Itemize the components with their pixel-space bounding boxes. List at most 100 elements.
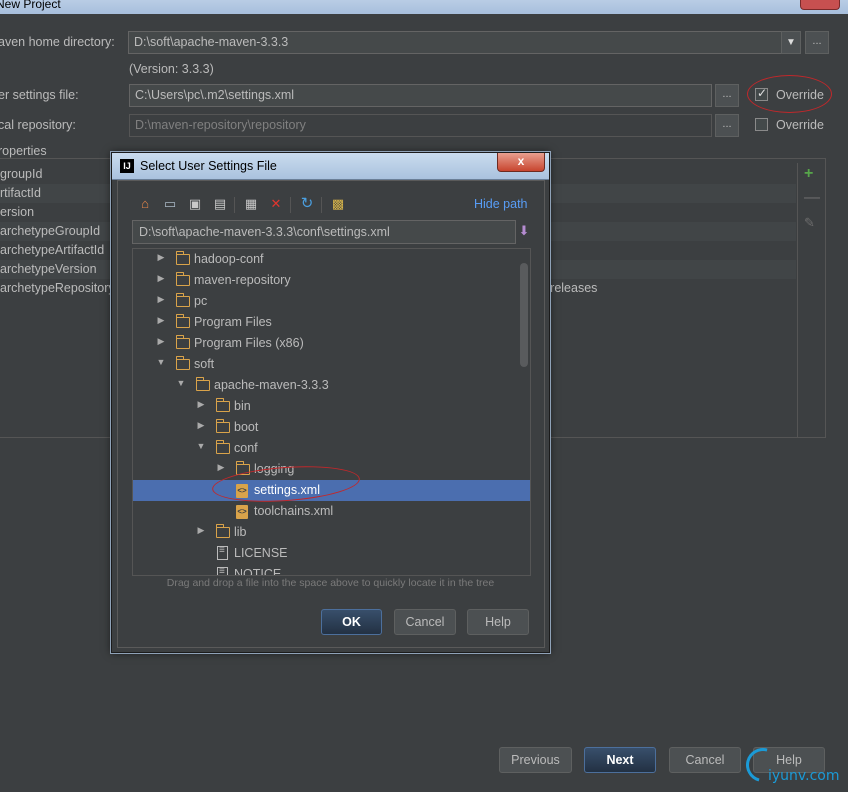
collapse-arrow-icon[interactable]: ▼ [196,441,206,451]
override-repository-label: Override [776,118,824,132]
property-key: ersion [0,205,35,219]
tree-node-label: NOTICE [234,567,282,576]
property-key: archetypeRepository [0,281,115,295]
expand-arrow-icon[interactable]: ▶ [156,315,166,326]
dialog-help-button[interactable]: Help [467,609,529,635]
toolbar-separator [234,197,235,213]
expand-arrow-icon[interactable]: ▶ [156,336,166,347]
plus-icon[interactable]: + [804,165,813,183]
expand-arrow-icon[interactable]: ▶ [156,252,166,263]
settings-file-label: er settings file: [0,88,79,102]
new-folder-icon[interactable]: ▦ [242,195,260,213]
folder-icon [215,524,230,538]
property-key: rtifactId [0,186,41,200]
tree-node[interactable]: ▼ conf [133,438,530,459]
file-tree[interactable]: ▶ hadoop-conf ▶ maven-repository ▶ pc ▶ … [132,248,531,576]
home-icon[interactable]: ⌂ [136,195,154,213]
settings-file-browse-button[interactable]: ... [715,84,739,107]
annotation-ellipse [747,75,832,113]
delete-icon[interactable]: ✕ [267,195,285,213]
dialog-title-bar: IJ Select User Settings File x [112,153,549,180]
tree-node-label: boot [234,420,259,434]
minus-icon[interactable]: — [804,189,820,207]
text-file-icon [217,545,228,560]
window-title: New Project [0,0,61,11]
toolbar-separator [321,197,322,213]
folder-icon [175,314,190,328]
tree-node[interactable]: <> toolchains.xml [133,501,530,522]
xml-file-icon: <> [236,505,248,519]
folder-icon [215,419,230,433]
maven-home-label: aven home directory: [0,35,115,49]
select-settings-dialog: IJ Select User Settings File x ⌂ ▭ ▣ ▤ ▦… [111,152,550,653]
tree-node[interactable]: ▼ apache-maven-3.3.3 [133,375,530,396]
folder-icon [175,272,190,286]
tree-node[interactable]: ▶ Program Files [133,312,530,333]
collapse-arrow-icon[interactable]: ▼ [176,378,186,388]
folder-icon [175,335,190,349]
expand-arrow-icon[interactable]: ▶ [196,525,206,536]
dialog-ok-button[interactable]: OK [321,609,382,635]
tree-node-label: conf [234,441,258,455]
tree-node-label: lib [234,525,247,539]
tree-node[interactable]: ▼ soft [133,354,530,375]
expand-arrow-icon[interactable]: ▶ [156,294,166,305]
tree-node[interactable]: ▶ maven-repository [133,270,530,291]
settings-file-field[interactable]: C:\Users\pc\.m2\settings.xml [129,84,712,107]
tree-scrollbar[interactable] [520,263,528,367]
text-file-icon [217,566,228,575]
expand-arrow-icon[interactable]: ▶ [196,420,206,431]
tree-node[interactable]: ▶ bin [133,396,530,417]
tree-node-label: toolchains.xml [254,504,334,518]
previous-button[interactable]: Previous [499,747,572,773]
tree-node-label: soft [194,357,215,371]
watermark-logo: iyunv.com [739,741,844,789]
folder-icon [195,377,210,391]
show-hidden-icon[interactable]: ▩ [329,195,347,213]
tree-node-label: hadoop-conf [194,252,264,266]
drag-drop-hint: Drag and drop a file into the space abov… [166,577,495,589]
local-repository-field[interactable]: D:\maven-repository\repository [129,114,712,137]
maven-home-dropdown-button[interactable]: ▼ [781,31,801,54]
tree-node-label: bin [234,399,251,413]
tree-node[interactable]: NOTICE [133,564,530,576]
intellij-logo-icon: IJ [120,159,134,173]
tree-node-label: Program Files [194,315,272,329]
tree-node-label: maven-repository [194,273,291,287]
maven-home-browse-button[interactable]: ... [805,31,829,54]
tree-node[interactable]: ▶ Program Files (x86) [133,333,530,354]
desktop-icon[interactable]: ▭ [161,195,179,213]
refresh-icon[interactable]: ↻ [298,195,316,213]
folder-icon [175,356,190,370]
collapse-arrow-icon[interactable]: ▼ [156,357,166,367]
property-key: archetypeGroupId [0,224,101,238]
dialog-cancel-button[interactable]: Cancel [394,609,456,635]
path-input[interactable]: D:\soft\apache-maven-3.3.3\conf\settings… [132,220,516,244]
pencil-icon[interactable]: ✎ [804,215,815,231]
expand-arrow-icon[interactable]: ▶ [216,462,226,473]
dialog-close-button[interactable]: x [497,153,545,172]
expand-arrow-icon[interactable]: ▶ [196,399,206,410]
property-key: archetypeVersion [0,262,97,276]
tree-node[interactable]: LICENSE [133,543,530,564]
tree-node[interactable]: ▶ boot [133,417,530,438]
cancel-button[interactable]: Cancel [669,747,741,773]
tree-node[interactable]: ▶ lib [133,522,530,543]
tree-node-label: apache-maven-3.3.3 [214,378,329,392]
local-repository-browse-button[interactable]: ... [715,114,739,137]
tree-node[interactable]: ▶ hadoop-conf [133,249,530,270]
path-go-icon[interactable]: ⬇ [516,223,532,241]
next-button[interactable]: Next [584,747,656,773]
hide-path-link[interactable]: Hide path [474,197,528,211]
property-key: archetypeArtifactId [0,243,105,257]
override-repository-checkbox[interactable] [755,118,768,131]
maven-version-text: (Version: 3.3.3) [129,62,214,76]
window-close-button[interactable] [800,0,840,10]
tree-node[interactable]: ▶ pc [133,291,530,312]
expand-arrow-icon[interactable]: ▶ [156,273,166,284]
maven-home-combo[interactable]: D:\soft\apache-maven-3.3.3 [128,31,782,54]
folder-icon [215,440,230,454]
project-folder-icon[interactable]: ▣ [186,195,204,213]
module-folder-icon[interactable]: ▤ [211,195,229,213]
folder-icon [175,293,190,307]
